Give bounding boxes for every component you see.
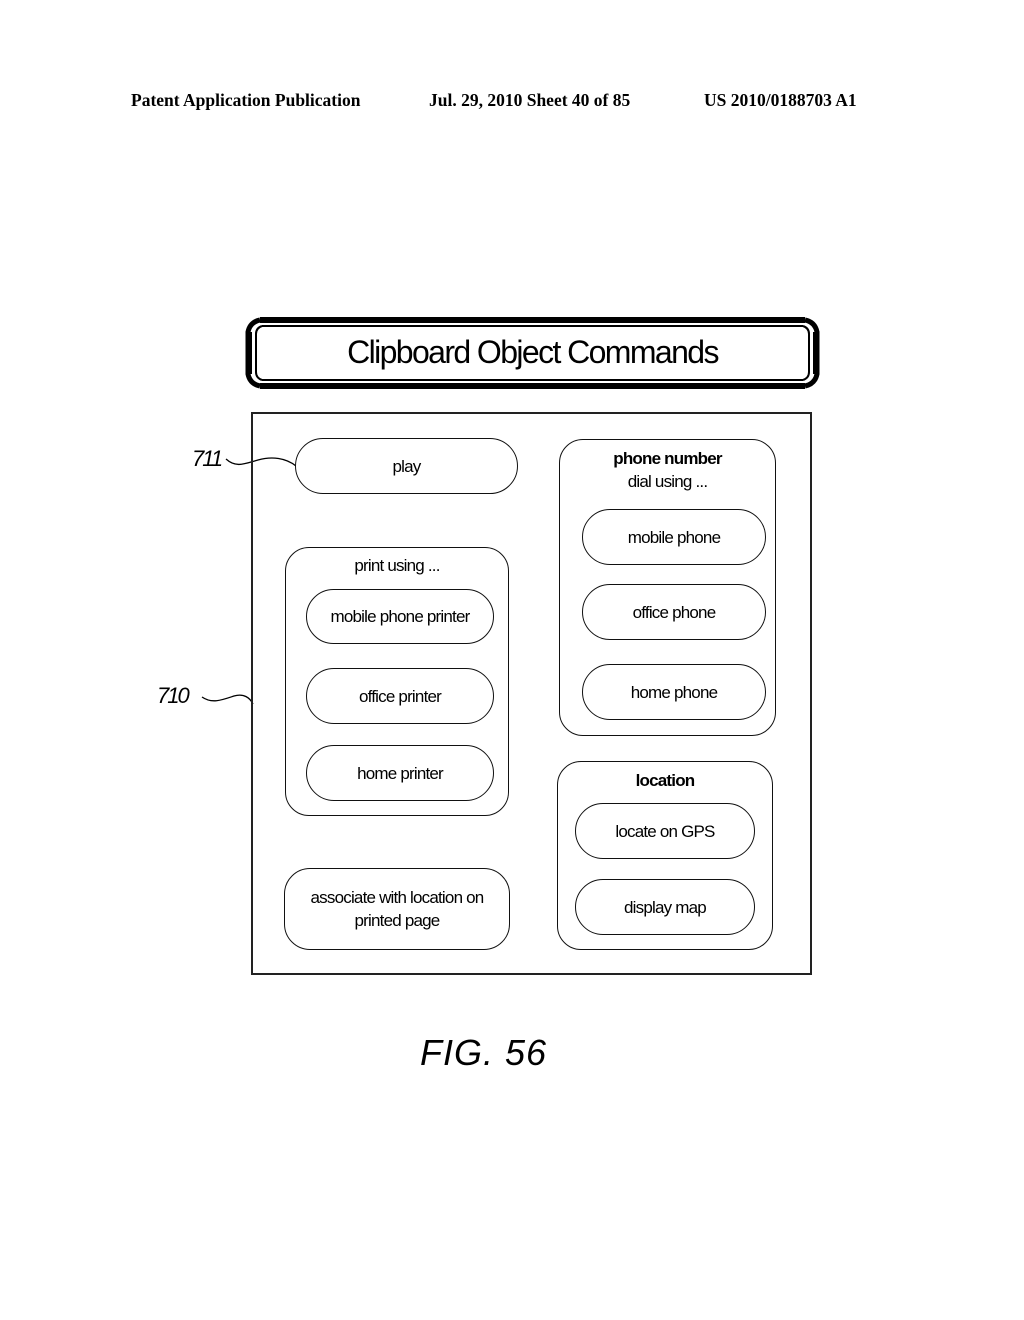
mobile-phone-printer-label: mobile phone printer bbox=[330, 607, 471, 626]
figure-caption: FIG. 56 bbox=[420, 1032, 548, 1073]
mobile-phone-printer-button[interactable]: mobile phone printer bbox=[306, 589, 494, 644]
locate-on-gps-label: locate on GPS bbox=[615, 821, 715, 841]
home-printer-label: home printer bbox=[357, 763, 444, 783]
leader-710 bbox=[201, 694, 254, 705]
location-title: location bbox=[635, 771, 696, 790]
mobile-phone-button[interactable]: mobile phone bbox=[582, 509, 766, 565]
office-printer-label: office printer bbox=[358, 686, 442, 706]
banner-title: Clipboard Object Commands bbox=[347, 334, 719, 370]
publication-label: Patent Application Publication bbox=[131, 90, 361, 110]
phone-number-title: phone number bbox=[613, 449, 722, 468]
mobile-phone-label: mobile phone bbox=[627, 527, 721, 547]
office-phone-label: office phone bbox=[632, 602, 717, 622]
office-printer-button[interactable]: office printer bbox=[306, 668, 494, 724]
publication-date-sheet: Jul. 29, 2010 Sheet 40 of 85 bbox=[429, 90, 631, 110]
home-phone-label: home phone bbox=[630, 682, 718, 702]
play-button[interactable]: play bbox=[295, 438, 518, 494]
locate-on-gps-button[interactable]: locate on GPS bbox=[575, 803, 755, 859]
publication-number: US 2010/0188703 A1 bbox=[704, 90, 857, 110]
display-map-label: display map bbox=[624, 897, 707, 917]
title-banner: Clipboard Object Commands bbox=[244, 316, 821, 390]
play-label: play bbox=[392, 456, 422, 476]
print-using-label: print using ... bbox=[354, 556, 440, 575]
dial-using-label: dial using ... bbox=[627, 472, 708, 491]
associate-location-label: associate with location on printed page bbox=[310, 888, 485, 930]
reference-numeral-711: 711 bbox=[192, 446, 223, 471]
home-phone-button[interactable]: home phone bbox=[582, 664, 766, 720]
office-phone-button[interactable]: office phone bbox=[582, 584, 766, 640]
associate-location-button[interactable]: associate with location on printed page bbox=[284, 868, 510, 950]
home-printer-button[interactable]: home printer bbox=[306, 745, 494, 801]
display-map-button[interactable]: display map bbox=[575, 879, 755, 935]
reference-numeral-710: 710 bbox=[157, 683, 190, 708]
